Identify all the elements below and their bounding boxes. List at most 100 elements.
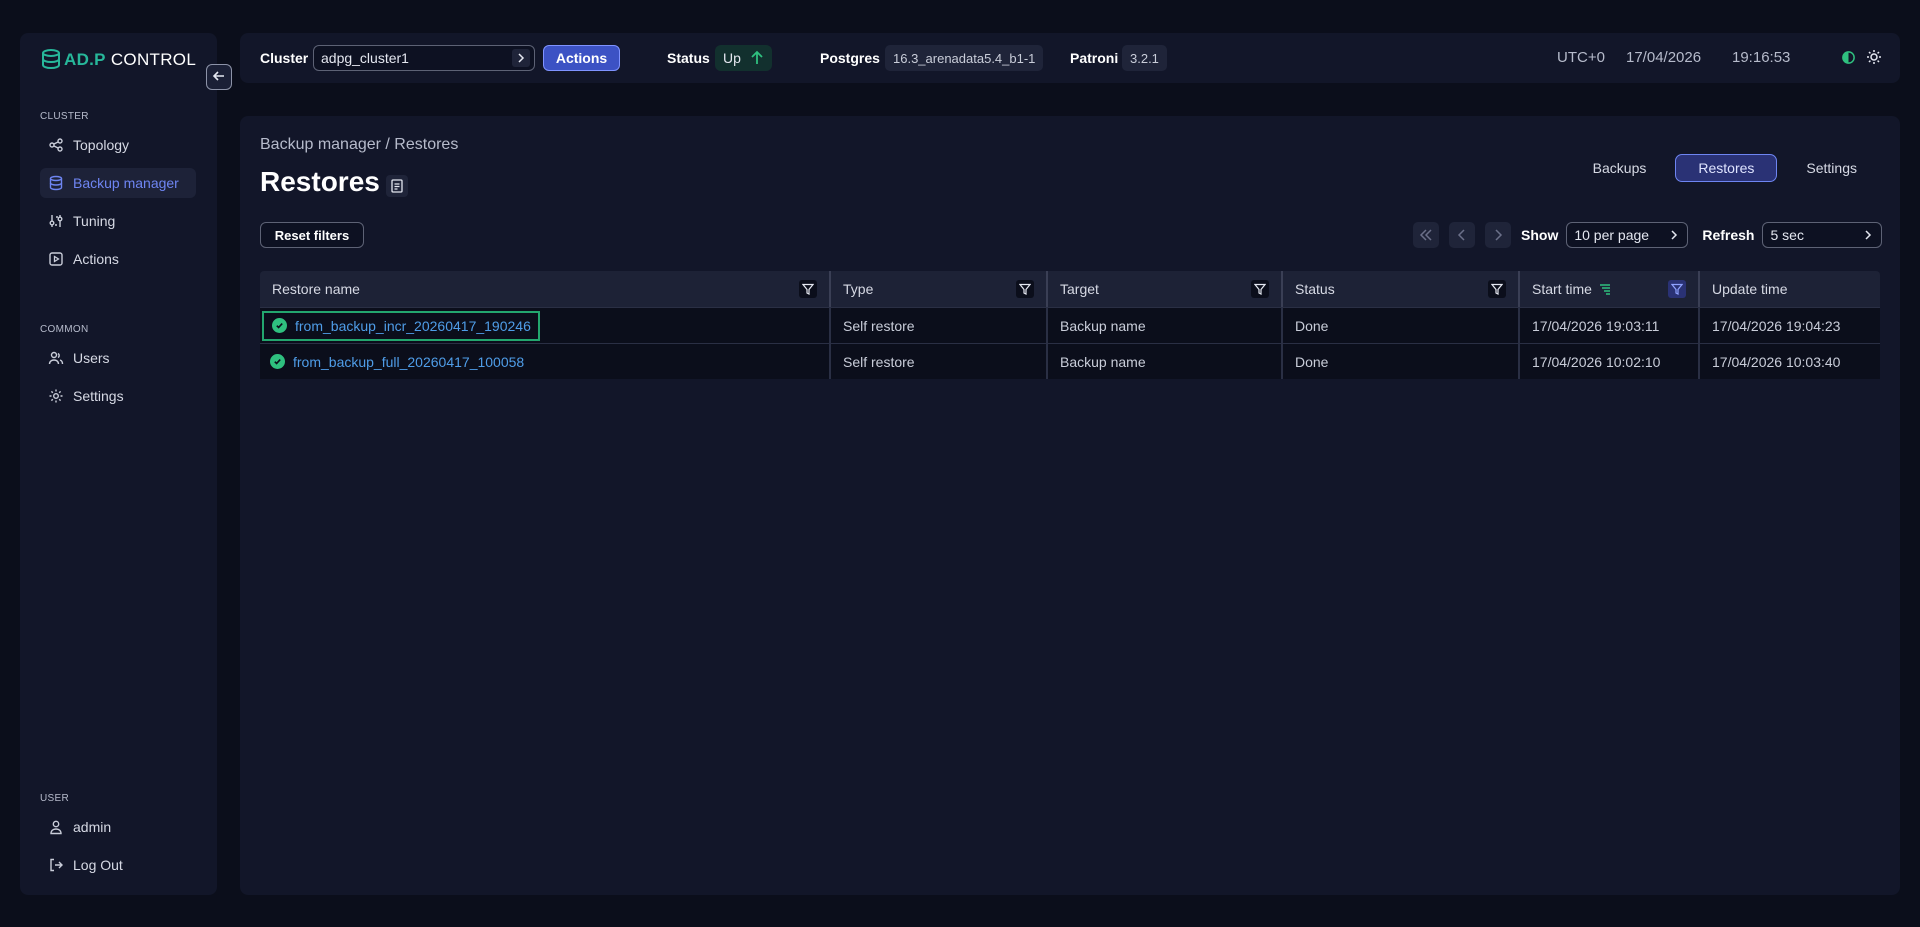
top-bar: Cluster adpg_cluster1 Actions Status Up … xyxy=(240,33,1900,83)
current-time: 19:16:53 xyxy=(1732,49,1791,66)
page-size-value: 10 per page xyxy=(1574,227,1650,243)
patroni-version: 3.2.1 xyxy=(1122,45,1167,71)
reset-filters-button[interactable]: Reset filters xyxy=(260,222,364,248)
column-header-update-time[interactable]: Update time xyxy=(1700,271,1880,307)
main-panel: Backup manager / Restores Restores Backu… xyxy=(240,116,1900,895)
restore-name-cell: from_backup_full_20260417_100058 xyxy=(260,344,831,379)
page-size-select[interactable]: 10 per page xyxy=(1566,222,1689,248)
column-label: Type xyxy=(843,281,874,297)
page-title: Restores xyxy=(260,166,380,197)
logout-icon xyxy=(48,857,64,873)
patroni-label: Patroni xyxy=(1070,50,1119,66)
sidebar-item-label: Topology xyxy=(73,137,130,153)
gear-icon xyxy=(48,388,64,404)
actions-button[interactable]: Actions xyxy=(543,45,620,71)
chevron-right-icon xyxy=(1665,226,1683,244)
restores-table: Restore name Type Target Status Start ti… xyxy=(260,271,1880,379)
postgres-label: Postgres xyxy=(820,50,880,66)
postgres-version: 16.3_arenadata5.4_b1-1 xyxy=(885,45,1044,71)
prev-page-button[interactable] xyxy=(1449,222,1475,248)
target-cell: Backup name xyxy=(1048,308,1283,343)
database-icon xyxy=(48,175,64,191)
column-header-status[interactable]: Status xyxy=(1283,271,1520,307)
pagination-controls: Show 10 per page Refresh 5 sec xyxy=(1413,222,1883,248)
breadcrumb: Backup manager / Restores xyxy=(260,136,459,153)
restore-name-link[interactable]: from_backup_incr_20260417_190246 xyxy=(262,310,540,341)
tab-settings[interactable]: Settings xyxy=(1783,154,1880,182)
start-time-cell: 17/04/2026 10:02:10 xyxy=(1520,344,1700,379)
update-time-cell: 17/04/2026 19:04:23 xyxy=(1712,317,1841,334)
sidebar-item-label: Actions xyxy=(73,251,119,267)
refresh-label: Refresh xyxy=(1702,227,1755,243)
sidebar: AD.P CONTROL CLUSTER Topology Backup man… xyxy=(20,33,217,895)
cluster-label: Cluster xyxy=(260,50,309,66)
table-row[interactable]: from_backup_full_20260417_100058 Self re… xyxy=(260,343,1880,379)
chevron-left-icon xyxy=(1457,229,1465,241)
sidebar-item-label: Settings xyxy=(73,388,124,404)
table-header: Restore name Type Target Status Start ti… xyxy=(260,271,1880,307)
chevron-right-icon xyxy=(1859,226,1877,244)
status-badge: Up xyxy=(715,45,772,71)
documentation-icon[interactable] xyxy=(386,175,408,197)
column-header-target[interactable]: Target xyxy=(1048,271,1283,307)
column-label: Restore name xyxy=(272,281,360,297)
sidebar-item-tuning[interactable]: Tuning xyxy=(40,206,196,236)
logo-db-icon xyxy=(40,48,62,73)
refresh-select[interactable]: 5 sec xyxy=(1762,222,1883,248)
filter-active-icon[interactable] xyxy=(1668,280,1686,298)
filter-icon[interactable] xyxy=(1488,280,1506,298)
sidebar-item-label: Users xyxy=(73,350,110,366)
logo-adp: AD.P xyxy=(64,50,106,69)
sidebar-item-settings[interactable]: Settings xyxy=(40,381,196,411)
sort-desc-icon[interactable] xyxy=(1598,282,1612,296)
play-icon xyxy=(48,251,64,267)
cluster-value: adpg_cluster1 xyxy=(321,50,409,66)
sidebar-item-users[interactable]: Users xyxy=(40,343,196,373)
timezone: UTC+0 xyxy=(1557,49,1605,66)
collapse-sidebar-button[interactable] xyxy=(206,64,232,90)
light-theme-icon[interactable] xyxy=(1866,49,1882,68)
column-label: Target xyxy=(1060,281,1099,297)
sidebar-item-label: Backup manager xyxy=(73,175,179,191)
next-page-button[interactable] xyxy=(1485,222,1511,248)
nav-section-common: COMMON xyxy=(40,324,89,335)
cluster-select[interactable]: adpg_cluster1 xyxy=(313,45,535,71)
table-row[interactable]: from_backup_incr_20260417_190246 Self re… xyxy=(260,307,1880,343)
column-header-restore-name[interactable]: Restore name xyxy=(260,271,831,307)
arrow-up-icon xyxy=(751,50,763,64)
nav-section-cluster: CLUSTER xyxy=(40,111,89,122)
status-label: Status xyxy=(667,50,710,66)
users-icon xyxy=(48,350,64,366)
first-page-button[interactable] xyxy=(1413,222,1439,248)
tab-restores[interactable]: Restores xyxy=(1675,154,1778,182)
column-label: Status xyxy=(1295,281,1335,297)
restore-name-cell: from_backup_incr_20260417_190246 xyxy=(260,308,831,343)
restore-name-link[interactable]: from_backup_full_20260417_100058 xyxy=(262,347,531,377)
update-time-cell: 17/04/2026 10:03:40 xyxy=(1712,353,1841,370)
filter-icon[interactable] xyxy=(1016,280,1034,298)
sidebar-item-logout[interactable]: Log Out xyxy=(40,850,196,880)
restore-name: from_backup_incr_20260417_190246 xyxy=(295,317,531,334)
restore-name: from_backup_full_20260417_100058 xyxy=(293,353,525,370)
check-circle-icon xyxy=(272,318,287,333)
sidebar-item-user[interactable]: admin xyxy=(40,812,196,842)
start-time-cell: 17/04/2026 19:03:11 xyxy=(1520,308,1700,343)
chevron-right-icon xyxy=(1495,229,1503,241)
dark-theme-icon[interactable] xyxy=(1841,50,1856,68)
nav-section-user: USER xyxy=(40,793,69,804)
filter-icon[interactable] xyxy=(799,280,817,298)
tab-backups[interactable]: Backups xyxy=(1570,154,1670,182)
sidebar-item-actions[interactable]: Actions xyxy=(40,244,196,274)
double-chevron-left-icon xyxy=(1419,229,1432,241)
status-cell: Done xyxy=(1283,344,1520,379)
current-date: 17/04/2026 xyxy=(1626,49,1702,66)
sidebar-item-topology[interactable]: Topology xyxy=(40,130,196,160)
logo-control: CONTROL xyxy=(110,50,197,69)
column-header-start-time[interactable]: Start time xyxy=(1520,271,1700,307)
section-tabs: Backups Restores Settings xyxy=(1570,154,1880,182)
type-cell: Self restore xyxy=(831,344,1048,379)
status-value: Up xyxy=(723,50,741,66)
column-header-type[interactable]: Type xyxy=(831,271,1048,307)
sidebar-item-backup-manager[interactable]: Backup manager xyxy=(40,168,196,198)
filter-icon[interactable] xyxy=(1251,280,1269,298)
